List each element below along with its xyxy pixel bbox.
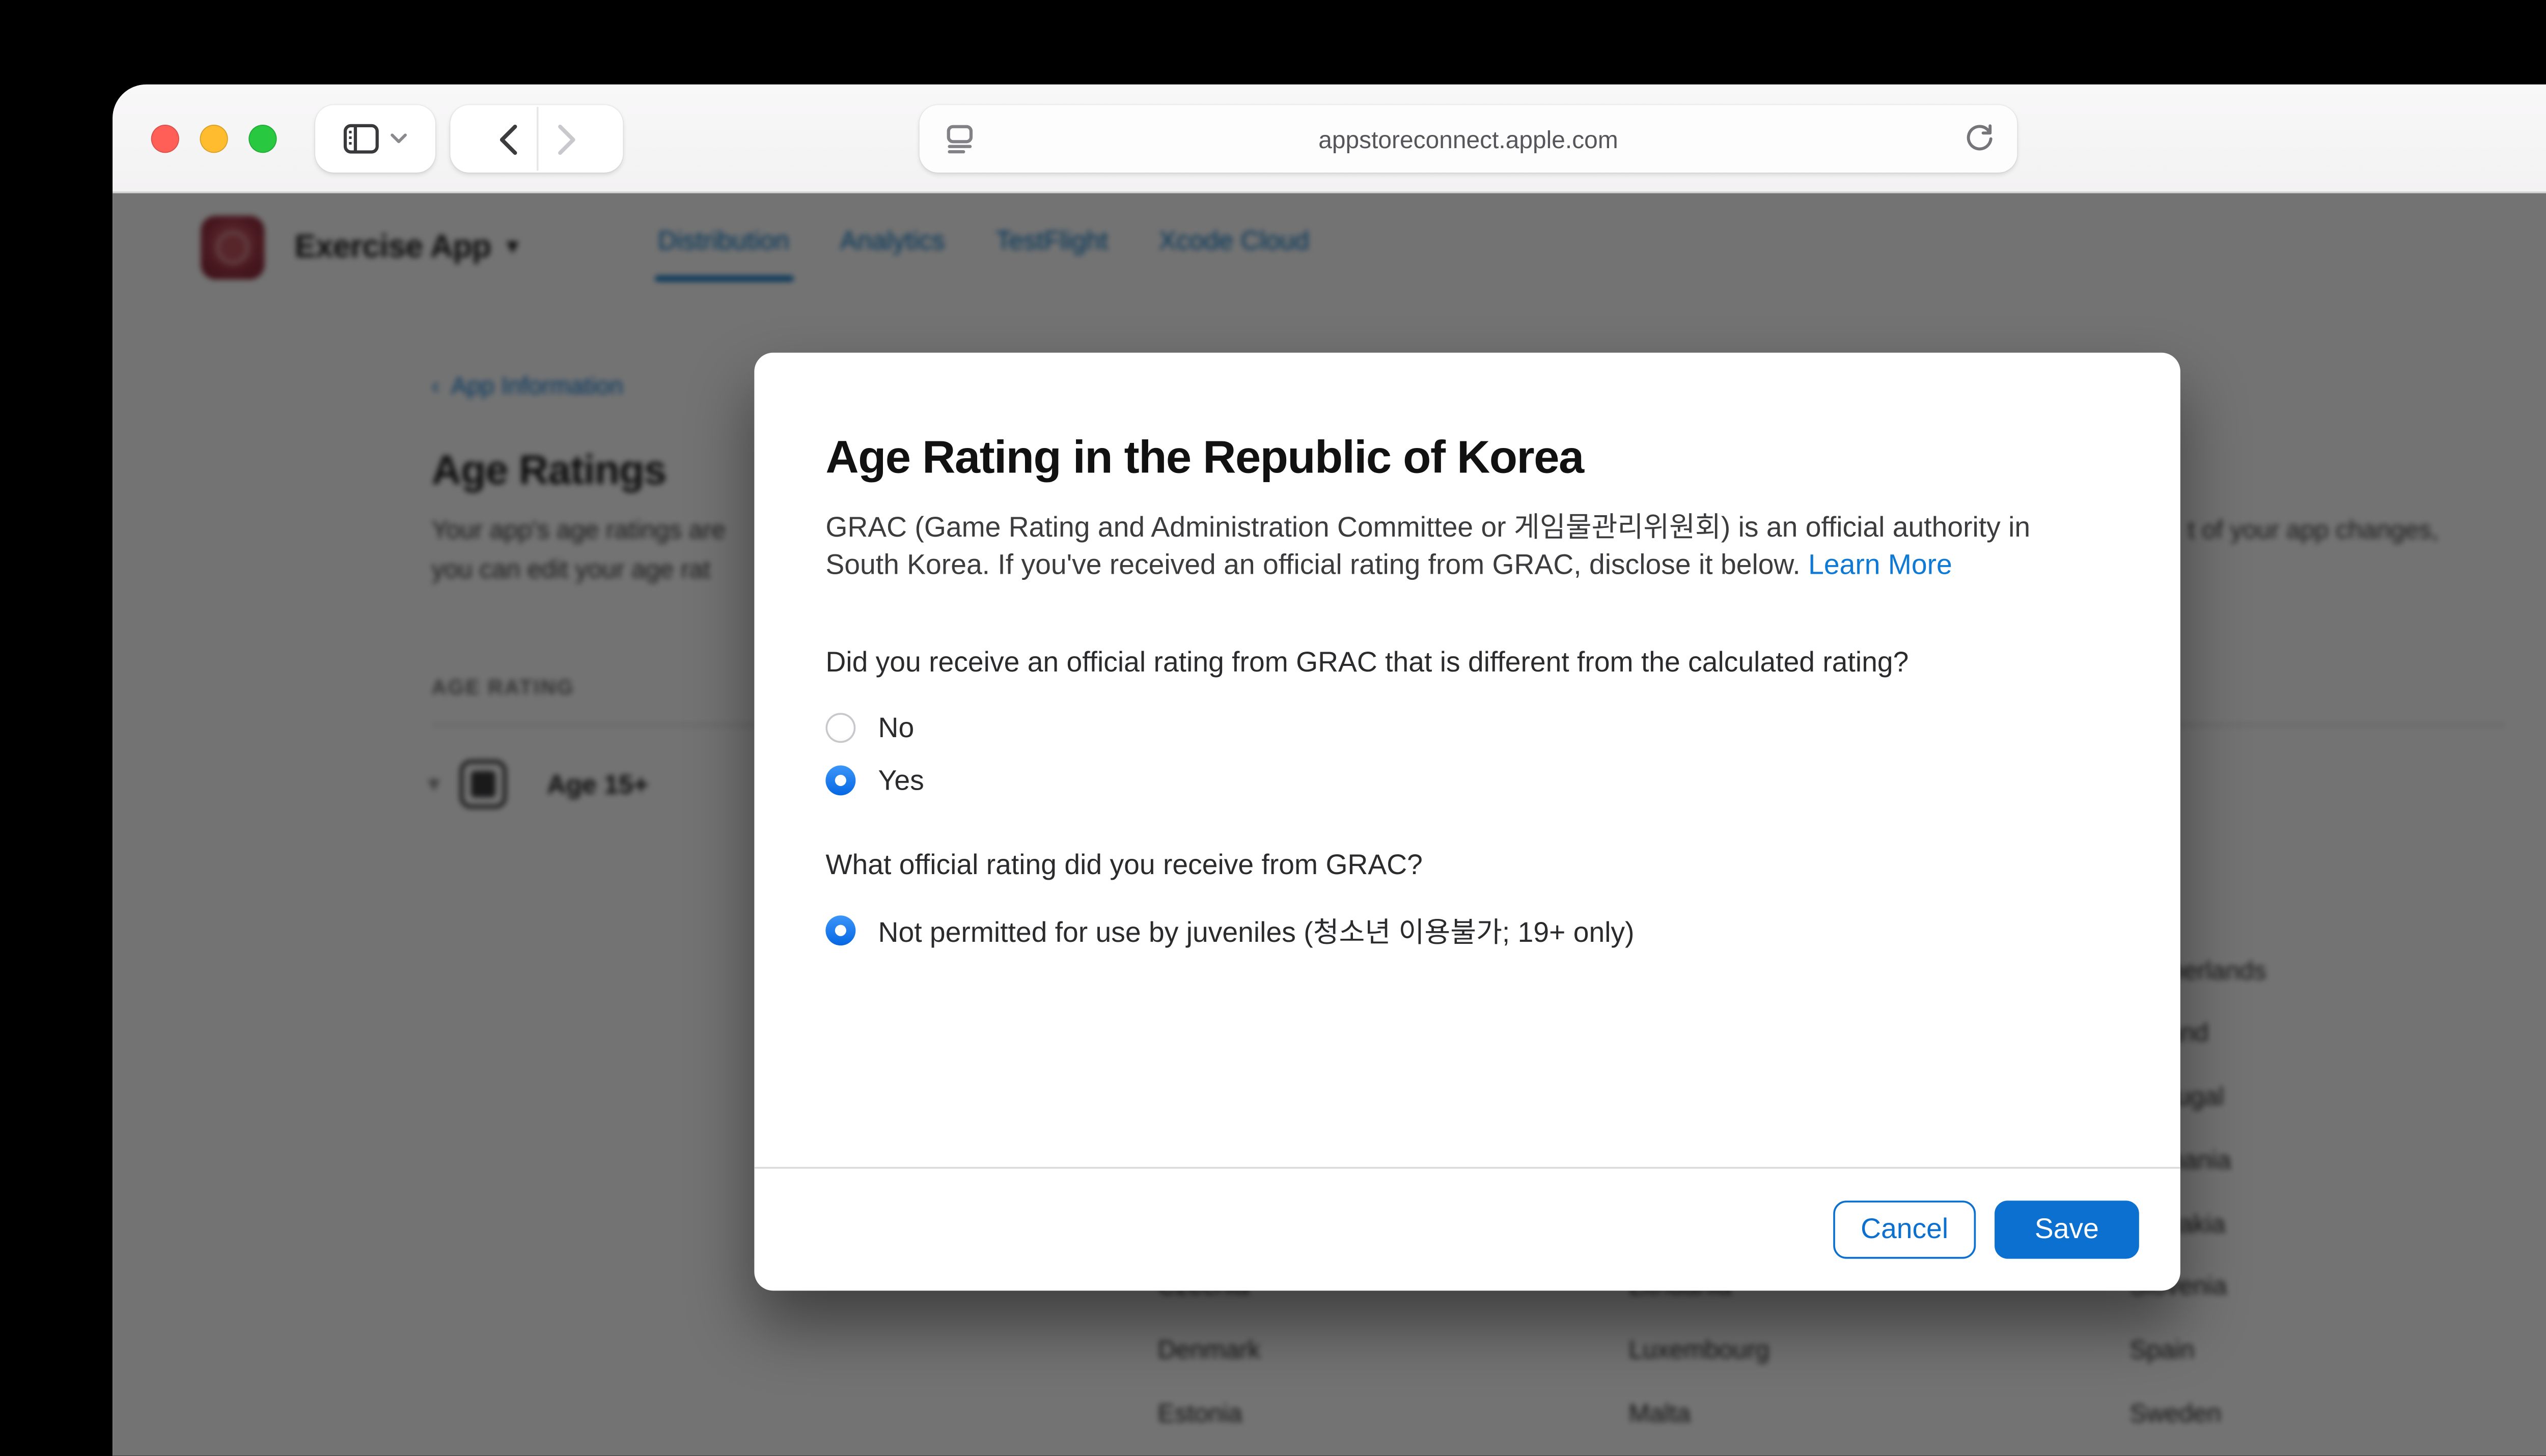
- forward-button[interactable]: [557, 123, 575, 155]
- dialog-title: Age Rating in the Republic of Korea: [825, 432, 2109, 488]
- radio-selected-icon[interactable]: [825, 915, 855, 945]
- radio-selected-icon[interactable]: [825, 765, 855, 795]
- address-bar[interactable]: appstoreconnect.apple.com: [920, 105, 2017, 173]
- divider: [536, 107, 538, 171]
- history-nav-group: [450, 105, 623, 173]
- radio-option-not-permitted[interactable]: Not permitted for use by juveniles (청소년 …: [825, 908, 2109, 953]
- browser-toolbar: appstoreconnect.apple.com: [113, 85, 2546, 193]
- dialog-footer: Cancel Save: [754, 1167, 2180, 1291]
- url-text: appstoreconnect.apple.com: [920, 125, 2017, 153]
- screen: appstoreconnect.apple.com: [0, 0, 2546, 1456]
- grac-rating-dialog: Age Rating in the Republic of Korea GRAC…: [754, 353, 2180, 1291]
- traffic-lights: [151, 124, 277, 152]
- page-format-icon[interactable]: [944, 123, 976, 155]
- reload-button[interactable]: [1964, 123, 1995, 155]
- radio-icon[interactable]: [825, 713, 855, 743]
- question-grac-rating: What official rating did you receive fro…: [825, 848, 2109, 886]
- radio-label: No: [878, 712, 915, 744]
- radio-option-yes[interactable]: Yes: [825, 758, 2109, 803]
- question-grac-different: Did you receive an official rating from …: [825, 646, 2109, 683]
- safari-window: appstoreconnect.apple.com: [113, 85, 2546, 1456]
- dialog-description: GRAC (Game Rating and Administration Com…: [825, 510, 2079, 585]
- radio-option-no[interactable]: No: [825, 706, 2109, 750]
- sidebar-toggle-button[interactable]: [315, 105, 435, 173]
- back-button[interactable]: [498, 123, 517, 155]
- chevron-down-icon: [390, 133, 407, 145]
- radio-label: Yes: [878, 765, 924, 797]
- sidebar-toggle-icon: [343, 124, 379, 154]
- learn-more-link[interactable]: Learn More: [1808, 550, 1952, 582]
- close-window-button[interactable]: [151, 124, 179, 152]
- page-area: Exercise App ▼ Distribution Analytics Te…: [113, 193, 2546, 1456]
- radio-label: Not permitted for use by juveniles (청소년 …: [878, 911, 1635, 950]
- cancel-button[interactable]: Cancel: [1833, 1200, 1976, 1258]
- zoom-window-button[interactable]: [248, 124, 276, 152]
- save-button[interactable]: Save: [1995, 1200, 2139, 1258]
- minimize-window-button[interactable]: [200, 124, 228, 152]
